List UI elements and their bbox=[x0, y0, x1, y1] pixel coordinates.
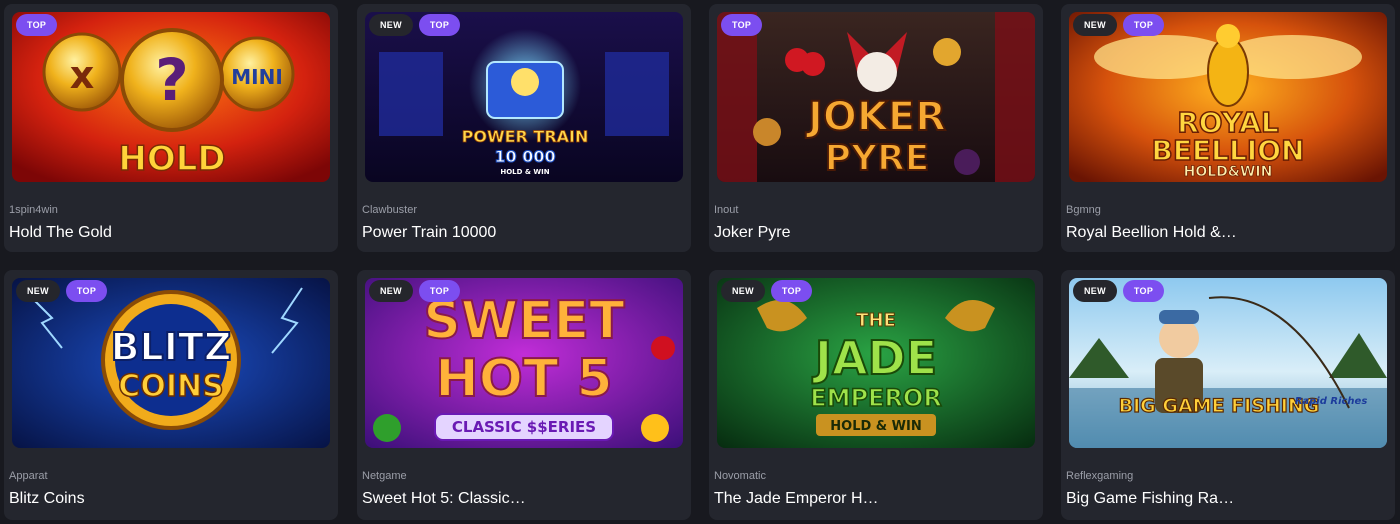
art-subtitle: JADE bbox=[812, 331, 937, 385]
game-thumbnail[interactable]: THE JADE EMPEROR HOLD & WIN bbox=[717, 278, 1035, 448]
game-card[interactable]: ROYAL BEELLION HOLD&WIN NEW TOP Bgmng Ro… bbox=[1061, 4, 1395, 252]
art-tagline: HOLD&WIN bbox=[1184, 164, 1273, 180]
badges: NEW TOP bbox=[369, 14, 461, 36]
game-art: ? x MINI HOLD bbox=[12, 12, 330, 182]
provider-name: Netgame bbox=[362, 470, 407, 482]
game-thumbnail[interactable]: JOKER PYRE bbox=[717, 12, 1035, 182]
badges: NEW TOP bbox=[16, 280, 108, 302]
game-title[interactable]: Royal Beellion Hold &… bbox=[1066, 224, 1386, 242]
top-badge: TOP bbox=[721, 14, 763, 36]
game-thumbnail[interactable]: ROYAL BEELLION HOLD&WIN bbox=[1069, 12, 1387, 182]
game-title[interactable]: Hold The Gold bbox=[9, 224, 329, 242]
top-badge: TOP bbox=[418, 14, 461, 36]
game-title[interactable]: Joker Pyre bbox=[714, 224, 1034, 242]
game-thumbnail[interactable]: SWEET HOT 5 CLASSIC $$ERIES bbox=[365, 278, 683, 448]
badges: TOP bbox=[721, 14, 763, 36]
game-art: JOKER PYRE bbox=[717, 12, 1035, 182]
new-badge: NEW bbox=[1073, 14, 1117, 36]
svg-text:MINI: MINI bbox=[231, 65, 283, 89]
badges: NEW TOP bbox=[1073, 280, 1165, 302]
art-title: POWER TRAIN bbox=[462, 127, 589, 146]
new-badge: NEW bbox=[721, 280, 765, 302]
new-badge: NEW bbox=[369, 14, 413, 36]
top-badge: TOP bbox=[418, 280, 461, 302]
badges: NEW TOP bbox=[1073, 14, 1165, 36]
game-title[interactable]: Big Game Fishing Ra… bbox=[1066, 490, 1386, 508]
top-badge: TOP bbox=[16, 14, 58, 36]
game-thumbnail[interactable]: BIG GAME FISHING Rapid Riches bbox=[1069, 278, 1387, 448]
game-title[interactable]: Blitz Coins bbox=[9, 490, 329, 508]
art-subtitle: BEELLION bbox=[1152, 134, 1305, 167]
game-thumbnail[interactable]: ? x MINI HOLD bbox=[12, 12, 330, 182]
game-thumbnail[interactable]: BLITZ COINS bbox=[12, 278, 330, 448]
art-subtitle: PYRE bbox=[825, 138, 930, 179]
game-title[interactable]: Sweet Hot 5: Classic… bbox=[362, 490, 682, 508]
art-tagline: CLASSIC $$ERIES bbox=[452, 418, 596, 436]
game-title[interactable]: The Jade Emperor H… bbox=[714, 490, 1034, 508]
provider-name: Clawbuster bbox=[362, 204, 418, 216]
provider-name: 1spin4win bbox=[9, 204, 58, 216]
game-card[interactable]: SWEET HOT 5 CLASSIC $$ERIES NEW TOP Netg… bbox=[357, 270, 691, 520]
game-art: SWEET HOT 5 CLASSIC $$ERIES bbox=[365, 278, 683, 448]
svg-text:x: x bbox=[70, 53, 95, 97]
game-card[interactable]: THE JADE EMPEROR HOLD & WIN NEW TOP Novo… bbox=[709, 270, 1043, 520]
svg-text:?: ? bbox=[155, 46, 189, 114]
art-subtitle: 10 000 bbox=[494, 147, 555, 166]
badges: NEW TOP bbox=[369, 280, 461, 302]
game-thumbnail[interactable]: POWER TRAIN 10 000 HOLD & WIN bbox=[365, 12, 683, 182]
art-title: JOKER bbox=[805, 94, 946, 140]
game-card[interactable]: BLITZ COINS NEW TOP Apparat Blitz Coins bbox=[4, 270, 338, 520]
art-subtitle-2: EMPEROR bbox=[810, 384, 942, 412]
art-subtitle: COINS bbox=[118, 369, 223, 404]
game-art: BIG GAME FISHING Rapid Riches bbox=[1069, 278, 1387, 448]
game-card[interactable]: BIG GAME FISHING Rapid Riches NEW TOP Re… bbox=[1061, 270, 1395, 520]
provider-name: Inout bbox=[714, 204, 739, 216]
art-subtitle: HOT 5 bbox=[435, 349, 612, 409]
game-art: THE JADE EMPEROR HOLD & WIN bbox=[717, 278, 1035, 448]
top-badge: TOP bbox=[770, 280, 813, 302]
provider-name: Bgmng bbox=[1066, 204, 1101, 216]
art-title: BIG GAME FISHING bbox=[1119, 395, 1320, 417]
top-badge: TOP bbox=[1122, 14, 1165, 36]
game-art: BLITZ COINS bbox=[12, 278, 330, 448]
game-art: POWER TRAIN 10 000 HOLD & WIN bbox=[365, 12, 683, 182]
new-badge: NEW bbox=[16, 280, 60, 302]
provider-name: Apparat bbox=[9, 470, 48, 482]
top-badge: TOP bbox=[1122, 280, 1165, 302]
game-card[interactable]: JOKER PYRE TOP Inout Joker Pyre bbox=[709, 4, 1043, 252]
game-card[interactable]: ? x MINI HOLD TOP 1spin4win Hold The Gol… bbox=[4, 4, 338, 252]
art-title: THE bbox=[856, 310, 896, 331]
badges: NEW TOP bbox=[721, 280, 813, 302]
art-title: BLITZ bbox=[111, 325, 232, 369]
game-title[interactable]: Power Train 10000 bbox=[362, 224, 682, 242]
provider-name: Reflexgaming bbox=[1066, 470, 1134, 482]
provider-name: Novomatic bbox=[714, 470, 766, 482]
game-card[interactable]: POWER TRAIN 10 000 HOLD & WIN NEW TOP Cl… bbox=[357, 4, 691, 252]
new-badge: NEW bbox=[369, 280, 413, 302]
new-badge: NEW bbox=[1073, 280, 1117, 302]
badges: TOP bbox=[16, 14, 58, 36]
art-title: HOLD bbox=[118, 139, 225, 179]
art-tagline: HOLD & WIN bbox=[830, 419, 921, 434]
top-badge: TOP bbox=[65, 280, 108, 302]
game-art: ROYAL BEELLION HOLD&WIN bbox=[1069, 12, 1387, 182]
art-subtitle: Rapid Riches bbox=[1295, 396, 1368, 407]
game-grid: ? x MINI HOLD TOP 1spin4win Hold The Gol… bbox=[0, 0, 1400, 524]
art-tagline: HOLD & WIN bbox=[500, 168, 549, 176]
